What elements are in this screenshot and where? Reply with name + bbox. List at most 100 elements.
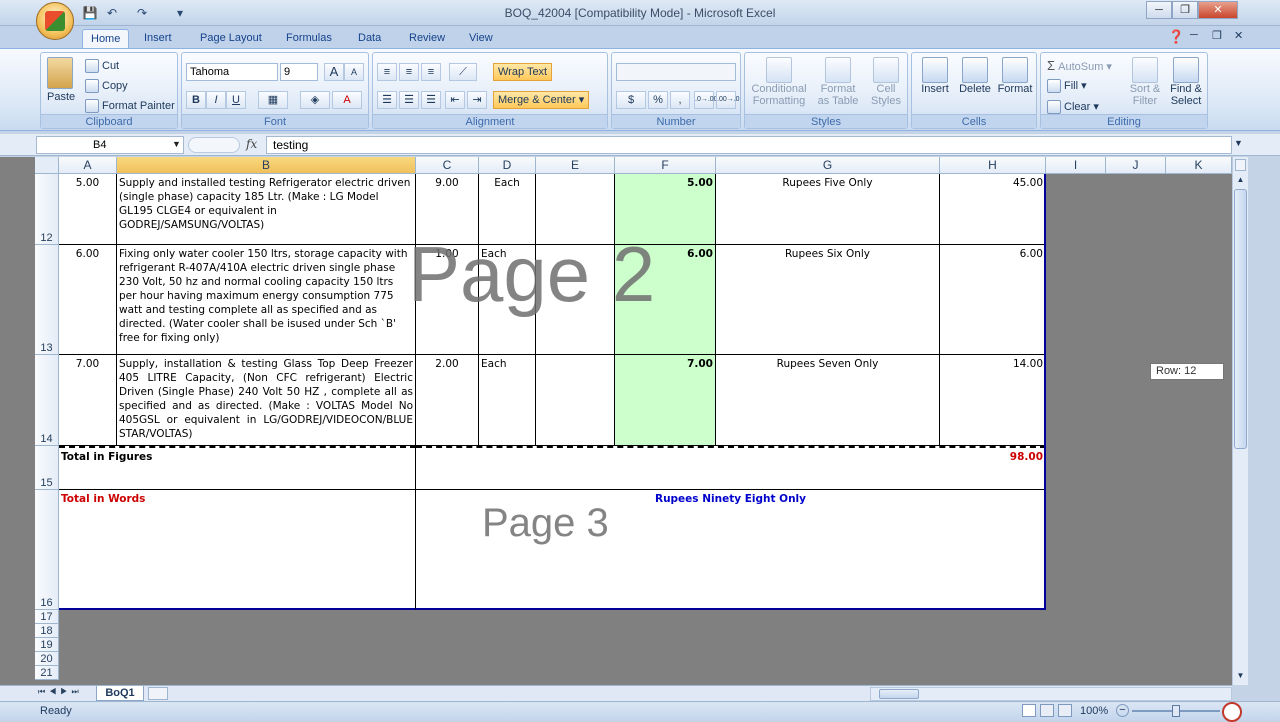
scroll-thumb[interactable] [1234, 189, 1247, 449]
percent-button[interactable]: % [648, 91, 668, 109]
format-as-table-button[interactable]: Format as Table [811, 57, 865, 107]
cell-d14[interactable]: Each [479, 355, 536, 446]
customize-quick-access-icon[interactable]: ▾ [172, 5, 188, 21]
decrease-indent-button[interactable]: ⇤ [445, 91, 465, 109]
column-header-h[interactable]: H [940, 157, 1046, 174]
cell-a14[interactable]: 7.00 [59, 355, 117, 446]
column-header-j[interactable]: J [1106, 157, 1166, 174]
underline-button[interactable]: U [226, 91, 246, 109]
currency-button[interactable]: $ [616, 91, 646, 109]
redo-icon[interactable]: ↷ [134, 5, 150, 21]
merge-center-button[interactable]: Merge & Center ▾ [493, 91, 590, 109]
borders-button[interactable]: ▦ [258, 91, 288, 109]
shrink-font-button[interactable]: A [344, 63, 364, 81]
save-icon[interactable]: 💾 [82, 5, 98, 21]
zoom-in-icon[interactable] [1222, 702, 1242, 722]
close-button[interactable]: ✕ [1198, 1, 1238, 19]
row-header[interactable]: 16 [35, 490, 59, 610]
clear-button[interactable]: Clear ▾ [1047, 100, 1099, 115]
scroll-down-icon[interactable]: ▼ [1234, 669, 1247, 683]
expand-formula-bar-icon[interactable]: ▼ [1234, 138, 1243, 148]
increase-decimal-button[interactable]: .0→.00 [694, 91, 718, 109]
comma-button[interactable]: , [670, 91, 690, 109]
page-break-view-icon[interactable] [1058, 704, 1072, 717]
zoom-level[interactable]: 100% [1080, 705, 1108, 717]
tab-page-layout[interactable]: Page Layout [192, 29, 270, 48]
row-header[interactable]: 21 [35, 666, 59, 680]
total-words-label[interactable]: Total in Words [59, 490, 416, 610]
row-header[interactable]: 14 [35, 355, 59, 446]
zoom-out-icon[interactable]: − [1116, 704, 1129, 717]
tab-review[interactable]: Review [401, 29, 453, 48]
row-header[interactable]: 20 [35, 652, 59, 666]
cell-c12[interactable]: 9.00 [416, 174, 479, 245]
bold-button[interactable]: B [186, 91, 206, 109]
insert-function-button[interactable]: fx [246, 137, 257, 151]
total-figures-label[interactable]: Total in Figures [59, 446, 416, 490]
row-header[interactable]: 18 [35, 624, 59, 638]
horizontal-scroll-thumb[interactable] [879, 689, 919, 699]
ribbon-restore-icon[interactable]: ❐ [1212, 29, 1222, 42]
orientation-button[interactable]: ⟋ [449, 63, 477, 81]
cell-c14[interactable]: 2.00 [416, 355, 479, 446]
column-header-k[interactable]: K [1166, 157, 1232, 174]
cell-a12[interactable]: 5.00 [59, 174, 117, 245]
tab-data[interactable]: Data [350, 29, 389, 48]
vertical-scrollbar[interactable]: ▲ ▼ [1232, 157, 1248, 685]
find-select-button[interactable]: Find & Select [1165, 57, 1207, 107]
conditional-formatting-button[interactable]: Conditional Formatting [749, 57, 809, 107]
formula-input[interactable]: testing [266, 136, 1232, 154]
copy-button[interactable]: Copy [85, 79, 128, 93]
align-middle-button[interactable]: ≡ [399, 63, 419, 81]
ribbon-minimize-icon[interactable]: ─ [1190, 29, 1198, 41]
grow-font-button[interactable]: A [324, 63, 344, 81]
autosum-button[interactable]: Σ AutoSum ▾ [1047, 58, 1112, 73]
fill-button[interactable]: Fill ▾ [1047, 79, 1087, 94]
cell-b13[interactable]: Fixing only water cooler 150 ltrs, stora… [117, 245, 416, 355]
paste-button[interactable]: Paste [47, 57, 75, 103]
tab-home[interactable]: Home [82, 29, 130, 48]
normal-view-icon[interactable] [1022, 704, 1036, 717]
undo-icon[interactable]: ↶ [104, 5, 120, 21]
tab-formulas[interactable]: Formulas [278, 29, 340, 48]
formula-bar-resize-handle[interactable] [188, 137, 240, 153]
worksheet-grid[interactable]: A B C D E F G H I J K 12 13 14 15 16 17 … [0, 157, 1232, 685]
cell-a13[interactable]: 6.00 [59, 245, 117, 355]
font-size-combo[interactable]: 9 [280, 63, 318, 81]
row-header[interactable]: 17 [35, 610, 59, 624]
font-name-combo[interactable]: Tahoma [186, 63, 278, 81]
minimize-button[interactable]: ─ [1146, 1, 1172, 19]
cell-f13[interactable]: 6.00 [615, 245, 716, 355]
column-header-c[interactable]: C [416, 157, 479, 174]
workbook-close-icon[interactable]: ✕ [1234, 29, 1243, 42]
cell-f12[interactable]: 5.00 [615, 174, 716, 245]
row-header[interactable]: 19 [35, 638, 59, 652]
office-button[interactable] [36, 2, 74, 40]
cell-e13[interactable] [536, 245, 615, 355]
total-figures-value[interactable]: 98.00 [416, 446, 1046, 490]
column-header-d[interactable]: D [479, 157, 536, 174]
column-header-b[interactable]: B [117, 157, 416, 174]
sheet-tab-boq1[interactable]: BoQ1 [96, 686, 144, 701]
insert-sheet-icon[interactable] [148, 687, 168, 700]
delete-cells-button[interactable]: Delete [956, 57, 994, 95]
sort-filter-button[interactable]: Sort & Filter [1125, 57, 1165, 107]
tab-view[interactable]: View [461, 29, 501, 48]
tab-insert[interactable]: Insert [136, 29, 180, 48]
zoom-slider-thumb[interactable] [1172, 705, 1180, 717]
cell-e14[interactable] [536, 355, 615, 446]
align-bottom-button[interactable]: ≡ [421, 63, 441, 81]
restore-button[interactable]: ❐ [1172, 1, 1198, 19]
cell-h14[interactable]: 14.00 [940, 355, 1046, 446]
format-painter-button[interactable]: Format Painter [85, 99, 175, 113]
align-left-button[interactable]: ☰ [377, 91, 397, 109]
column-header-g[interactable]: G [716, 157, 940, 174]
row-header[interactable]: 12 [35, 174, 59, 245]
row-header[interactable]: 13 [35, 245, 59, 355]
cell-b12[interactable]: Supply and installed testing Refrigerato… [117, 174, 416, 245]
wrap-text-button[interactable]: Wrap Text [493, 63, 553, 81]
cell-h12[interactable]: 45.00 [940, 174, 1046, 245]
cell-c13[interactable]: 1.00 [416, 245, 479, 355]
format-cells-button[interactable]: Format [996, 57, 1034, 95]
cut-button[interactable]: Cut [85, 59, 119, 73]
